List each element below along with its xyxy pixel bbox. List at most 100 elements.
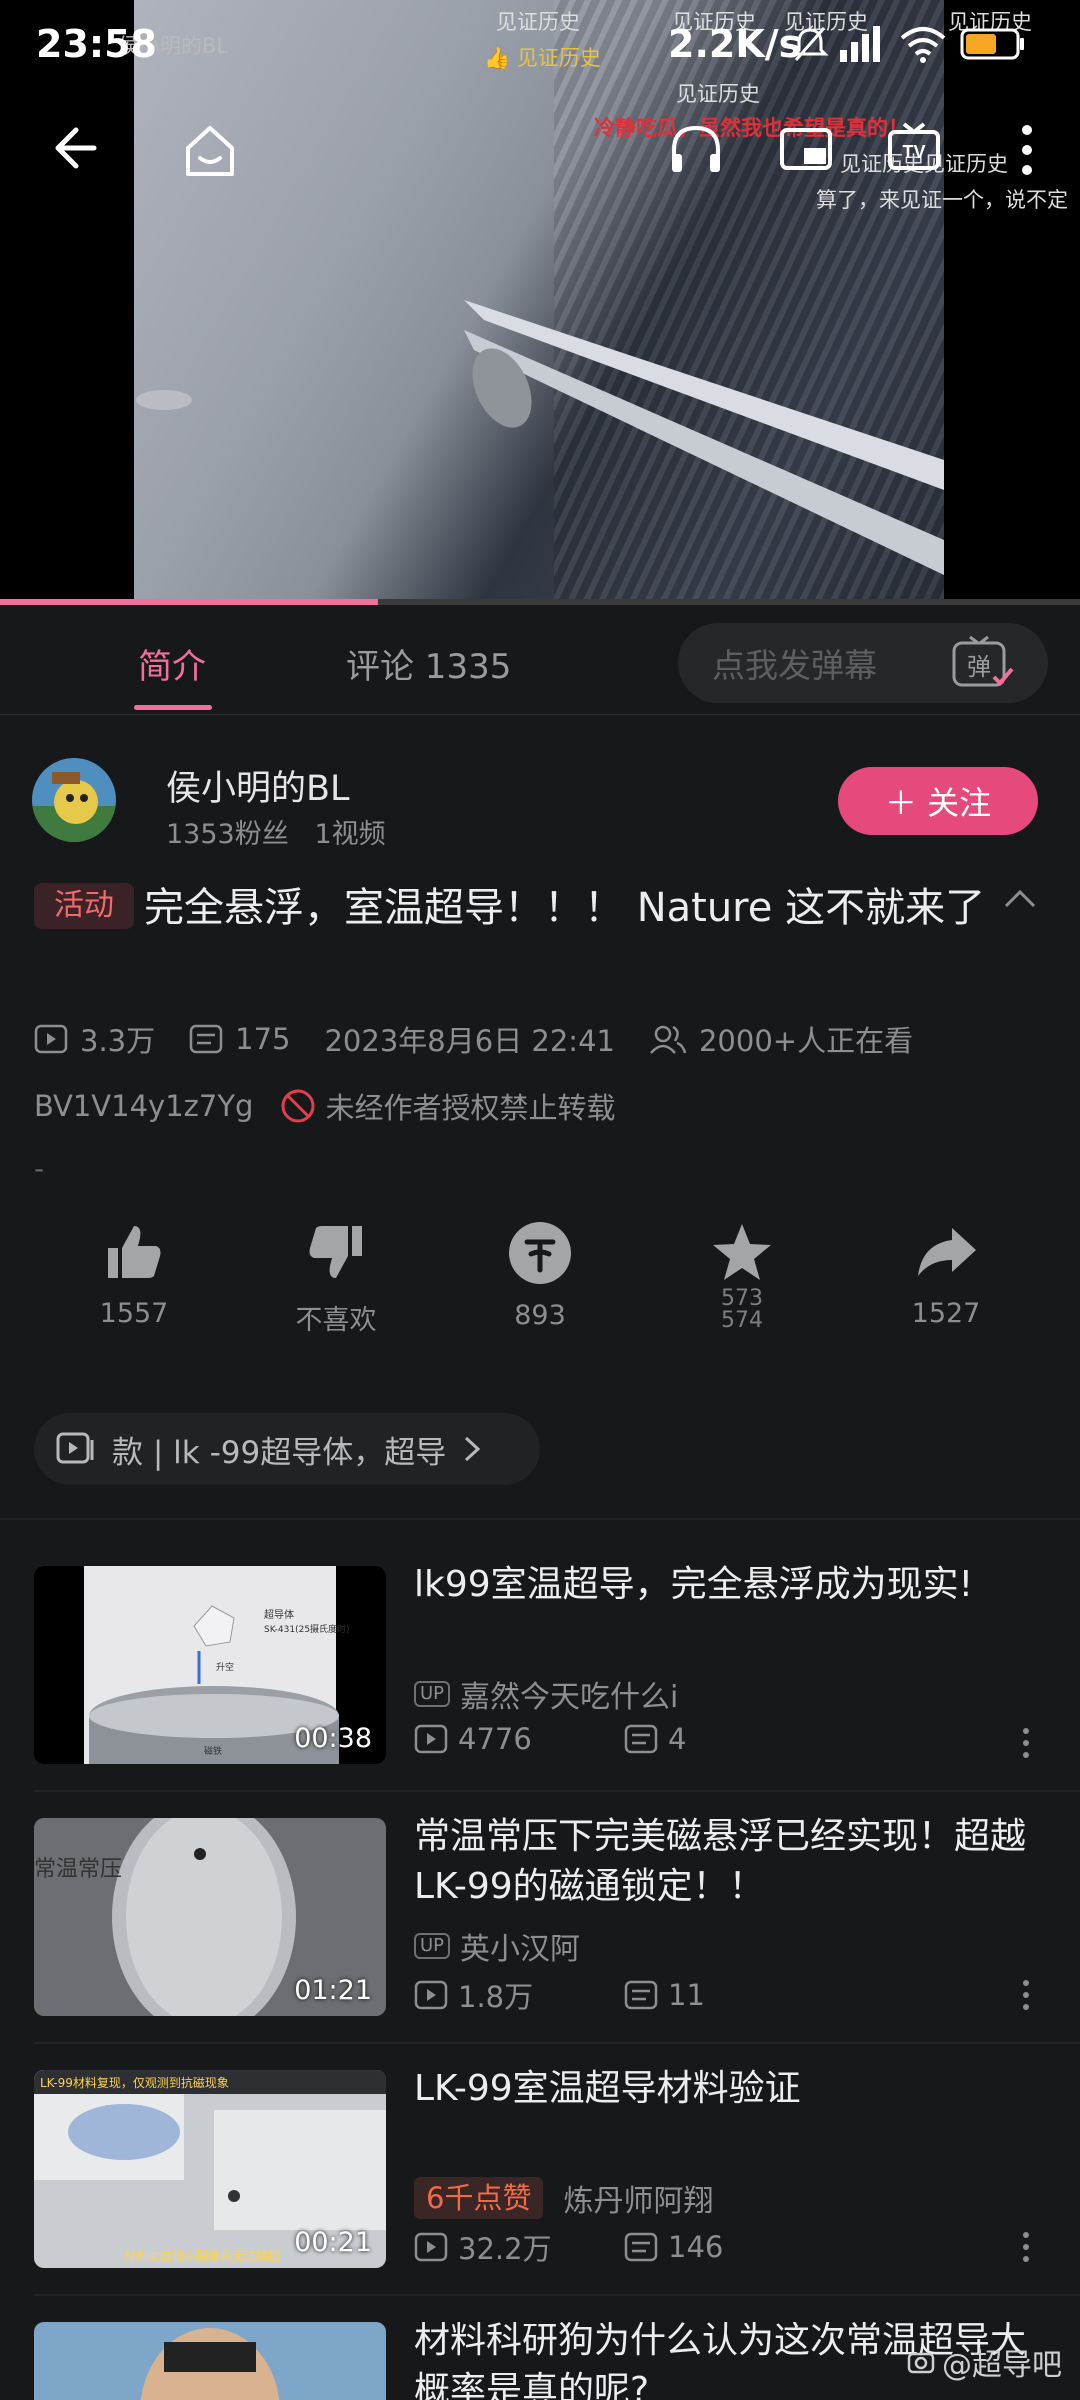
video-player[interactable]: 侯小明的BL 见证历史 👍 见证历史 见证历史 见证历史 见证历史 见证历史 冷…: [0, 0, 1080, 605]
wifi-icon: [900, 27, 946, 63]
like-button[interactable]: 1557: [54, 1220, 214, 1329]
tab-indicator: [134, 705, 212, 710]
play-count-icon: [414, 1724, 448, 1754]
avatar[interactable]: [32, 758, 116, 842]
related-video-item[interactable]: 常温常压 01:21 常温常压下完美磁悬浮已经实现！超越LK-99的磁通锁定！！…: [0, 1816, 1080, 2070]
network-speed: 2.2K/s: [668, 22, 802, 66]
status-bar: 23:58 2.2K/s: [0, 0, 1080, 96]
camera-icon: [907, 2352, 935, 2374]
play-count-icon: [414, 2232, 448, 2262]
coin-count: 893: [514, 1300, 566, 1331]
author-meta: 1353粉丝 1视频: [166, 812, 386, 851]
thumbs-up-icon: [108, 1226, 161, 1278]
video-duration: 00:21: [294, 2227, 372, 2258]
favorite-button[interactable]: 573 574: [662, 1220, 822, 1332]
tab-bar: 简介 评论 1335 点我发弹幕 弹: [0, 605, 1080, 715]
tab-intro[interactable]: 简介: [138, 639, 206, 688]
coin-icon: [509, 1222, 571, 1284]
danmaku-text: 冷静吃瓜，虽然我也希望是真的！: [594, 116, 909, 140]
publish-date: 2023年8月6日 22:41: [324, 1024, 615, 1058]
danmaku-count-icon: [624, 2232, 658, 2262]
author-name[interactable]: 侯小明的BL: [166, 760, 350, 811]
video-thumbnail[interactable]: LK-99材料复现，仅观测到抗磁现象 材料太过细小摄像头无法捕捉 00:21: [34, 2070, 386, 2268]
like-count: 1557: [99, 1298, 169, 1329]
mute-bell-icon: [791, 27, 829, 61]
share-button[interactable]: 1527: [866, 1220, 1026, 1329]
more-vertical-icon[interactable]: [1018, 1978, 1034, 2012]
video-description: -: [34, 1152, 45, 1185]
forbidden-icon: [281, 1089, 315, 1123]
views-stat: 3.3万: [34, 1018, 155, 1060]
video-thumbnail[interactable]: 超导体 SK-431(25摄氏度时) 升空 磁铁 00:38: [34, 1566, 386, 1764]
battery-icon: [960, 28, 1024, 60]
dislike-button[interactable]: 不喜欢: [256, 1220, 416, 1337]
tv-cast-icon[interactable]: TV: [884, 120, 944, 180]
danmaku-count-icon: [189, 1024, 223, 1054]
danmaku-count-icon: [624, 1980, 658, 2010]
video-stats: 3.3万 175 2023年8月6日 22:41 2000+人正在看: [34, 1018, 947, 1060]
status-time: 23:58: [36, 22, 157, 66]
uploader: UP 嘉然今天吃什么i: [414, 1672, 678, 1716]
back-arrow-icon[interactable]: [50, 120, 106, 176]
watching-stat: 2000+人正在看: [649, 1018, 913, 1060]
danmaku-count-icon: [624, 1724, 658, 1754]
related-video-item[interactable]: 超导体 SK-431(25摄氏度时) 升空 磁铁 00:38 lk99室温超导，…: [0, 1564, 1080, 1818]
video-thumbnail[interactable]: 常温常压 01:21: [34, 1818, 386, 2016]
more-vertical-icon[interactable]: [1012, 120, 1042, 180]
follow-button[interactable]: ＋ 关注: [838, 767, 1038, 835]
related-video-stats: 1.8万 11: [414, 1974, 834, 2016]
share-arrow-icon: [918, 1228, 976, 1276]
svg-text:SK-431(25摄氏度时): SK-431(25摄氏度时): [264, 1623, 350, 1635]
headphones-icon[interactable]: [666, 120, 726, 180]
activity-tag[interactable]: 活动: [34, 883, 134, 929]
related-video-title: lk99室温超导，完全悬浮成为现实!: [414, 1564, 974, 1605]
danmaku-text: 算了，来见证一个，说不定: [816, 188, 1068, 212]
svg-text:磁铁: 磁铁: [204, 1745, 222, 1757]
avatar-image: [32, 758, 116, 842]
video-title: 活动 完全悬浮，室温超导！！！ Nature 这不就来了: [34, 876, 994, 940]
bv-row: BV1V14y1z7Yg 未经作者授权禁止转载: [34, 1085, 615, 1127]
list-separator: [34, 1790, 1080, 1792]
chevron-right-icon: [465, 1436, 481, 1462]
copyright-notice: 未经作者授权禁止转载: [279, 1085, 615, 1127]
star-icon: [713, 1224, 771, 1280]
chevron-up-icon[interactable]: [1000, 880, 1040, 920]
picture-in-picture-icon[interactable]: [776, 120, 836, 180]
related-video-title: LK-99室温超导材料验证: [414, 2068, 801, 2109]
danmaku-toggle-icon[interactable]: 弹: [940, 633, 1024, 693]
list-separator: [34, 2042, 1080, 2044]
home-icon[interactable]: [180, 120, 240, 180]
author-videos: 1视频: [314, 819, 386, 850]
up-badge-icon: UP: [414, 1933, 451, 1959]
svg-text:材料太过细小摄像头无法捕捉: 材料太过细小摄像头无法捕捉: [124, 2248, 280, 2263]
svg-text:LK-99材料复现，仅观测到抗磁现象: LK-99材料复现，仅观测到抗磁现象: [40, 2075, 229, 2090]
collection-text: 款 | lk -99超导体，超导: [112, 1434, 447, 1471]
more-vertical-icon[interactable]: [1018, 1726, 1034, 1760]
author-fans: 1353粉丝: [166, 819, 289, 850]
tab-comments[interactable]: 评论 1335: [346, 639, 511, 688]
thumbnail-image: [34, 2322, 386, 2400]
svg-text:超导体: 超导体: [264, 1608, 294, 1621]
uploader: 6千点赞 炼丹师阿翔: [414, 2176, 713, 2220]
svg-text:常温常压: 常温常压: [34, 1857, 122, 1882]
bvid[interactable]: BV1V14y1z7Yg: [34, 1089, 253, 1123]
video-thumbnail[interactable]: [34, 2322, 386, 2400]
related-video-item[interactable]: LK-99材料复现，仅观测到抗磁现象 材料太过细小摄像头无法捕捉 00:21 L…: [0, 2068, 1080, 2322]
coin-button[interactable]: 893: [460, 1220, 620, 1331]
more-vertical-icon[interactable]: [1018, 2230, 1034, 2264]
thumbs-down-icon: [309, 1226, 362, 1278]
video-duration: 01:21: [294, 1975, 372, 2006]
video-title-text: 完全悬浮，室温超导！！！ Nature 这不就来了: [144, 885, 986, 931]
play-count-icon: [414, 1980, 448, 2010]
collection-bar[interactable]: 款 | lk -99超导体，超导: [34, 1413, 540, 1485]
play-count-icon: [34, 1024, 68, 1054]
dislike-label: 不喜欢: [295, 1305, 377, 1336]
section-divider: [0, 1518, 1080, 1520]
list-separator: [34, 2294, 1080, 2296]
danmaku-toggle-label: 弹: [967, 653, 991, 681]
svg-text:TV: TV: [902, 142, 925, 162]
likes-badge: 6千点赞: [414, 2177, 544, 2219]
video-duration: 00:38: [294, 1723, 372, 1754]
uploader: UP 英小汉阿: [414, 1924, 580, 1968]
playlist-icon: [56, 1432, 94, 1464]
